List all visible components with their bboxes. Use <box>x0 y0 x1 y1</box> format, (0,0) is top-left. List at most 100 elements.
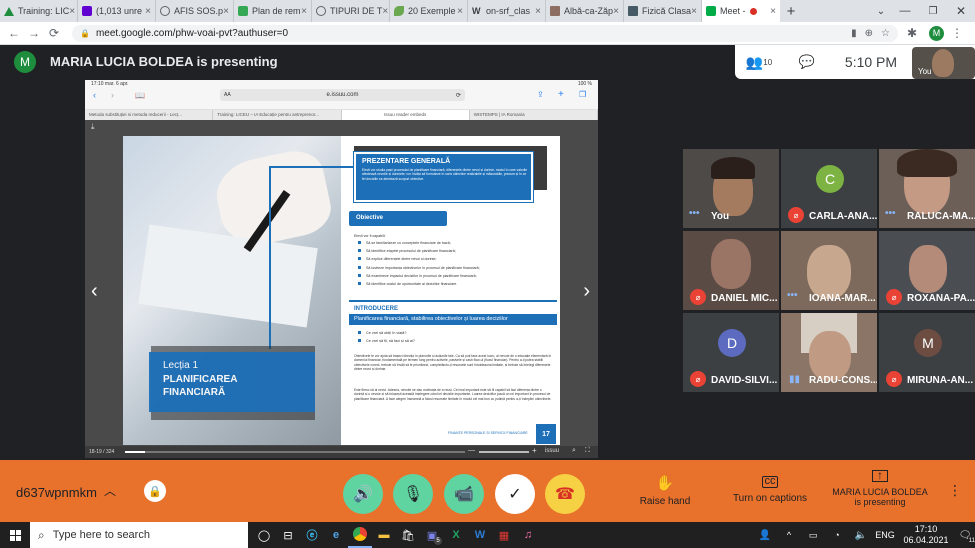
ipad-reader-icon[interactable]: AA <box>224 92 231 98</box>
teams-icon[interactable]: ▣ 5 <box>420 522 444 548</box>
browser-tab[interactable]: (1,013 unre × <box>78 0 156 22</box>
people-taskbar-icon[interactable]: 👤 <box>753 522 777 548</box>
store-icon[interactable]: 🛍 <box>396 522 420 548</box>
address-bar[interactable]: 🔒 meet.google.com/phw-voai-pvt?authuser=… <box>72 24 898 42</box>
ipad-newtab-icon[interactable]: + <box>558 89 564 100</box>
participant-tile[interactable]: ••• You <box>683 149 779 228</box>
check-button[interactable]: ✓ <box>495 474 535 514</box>
reload-icon[interactable]: ⟳ <box>46 25 62 41</box>
more-options-icon[interactable]: ⋮ <box>948 482 962 499</box>
search-icon[interactable]: ⌕ <box>572 447 576 455</box>
ipad-reload-icon[interactable]: ⟳ <box>456 92 461 99</box>
notification-center-icon[interactable]: 🗨 11 <box>955 530 975 544</box>
browser-tab[interactable]: Albă-ca-Zăp × <box>546 0 624 22</box>
tab-search-icon[interactable]: ⌄ <box>871 0 891 22</box>
participant-tile[interactable]: C ⌀ CARLA-ANA... <box>781 149 877 228</box>
back-arrow-icon[interactable]: ← <box>6 25 22 41</box>
windows-start-icon[interactable] <box>0 522 30 548</box>
meeting-code[interactable]: d637wpnmkm <box>16 485 97 500</box>
excel-icon[interactable]: X <box>444 522 468 548</box>
leave-call-button[interactable]: ☎ <box>545 474 585 514</box>
ie-icon[interactable]: e <box>324 522 348 548</box>
participant-tile[interactable]: ⌀ ROXANA-PA... <box>879 231 975 310</box>
tray-chevron-icon[interactable]: ^ <box>777 522 801 548</box>
close-tab-icon[interactable]: × <box>770 6 776 17</box>
zoom-slider[interactable] <box>479 451 529 453</box>
ipad-forward-icon[interactable]: › <box>111 90 114 100</box>
taskbar-clock[interactable]: 17:10 06.04.2021 <box>897 524 955 546</box>
ipad-share-icon[interactable]: ⇪ <box>537 90 544 99</box>
self-view-thumbnail[interactable]: You <box>912 47 975 79</box>
participants-button[interactable]: 👥 10 <box>735 45 783 79</box>
camera-indicator-icon[interactable]: ▮ <box>851 28 857 39</box>
network-icon[interactable]: ▭ <box>801 522 825 548</box>
input-language[interactable]: ENG <box>873 530 897 540</box>
camera-button[interactable]: 📹 <box>444 474 484 514</box>
browser-tab[interactable]: Won-srf_clas × <box>468 0 546 22</box>
maximize-button[interactable]: ❐ <box>919 0 947 22</box>
word-icon[interactable]: W <box>468 522 492 548</box>
close-tab-icon[interactable]: × <box>457 6 463 17</box>
close-tab-icon[interactable]: × <box>223 6 229 17</box>
raise-hand-button[interactable]: ✋ Raise hand <box>630 474 700 507</box>
browser-tab[interactable]: 20 Exemple × <box>390 0 468 22</box>
browser-tab[interactable]: Plan de rem × <box>234 0 312 22</box>
widgets-icon[interactable]: ⊟ <box>276 522 300 548</box>
profile-avatar[interactable]: M <box>929 25 944 41</box>
edge-icon[interactable]: ⓔ <box>300 522 324 548</box>
participant-tile[interactable]: M ⌀ MIRUNA-AN... <box>879 313 975 392</box>
ipad-address-bar[interactable]: AA e.issuu.com ⟳ <box>220 89 465 101</box>
ipad-tab-active[interactable]: Issuu reader embeds <box>341 110 470 120</box>
download-icon[interactable]: ⤓ <box>91 122 95 132</box>
ipad-tab[interactable]: WISTEMPS | IA Romania <box>470 110 598 120</box>
close-tab-icon[interactable]: × <box>691 6 697 17</box>
host-controls-button[interactable]: 🔒 <box>144 480 166 502</box>
speaker-button[interactable]: 🔊 <box>343 474 383 514</box>
close-window-button[interactable]: ✕ <box>947 0 975 22</box>
fullscreen-icon[interactable]: ⛶ <box>585 447 590 455</box>
mic-button[interactable]: 🎙 <box>393 474 433 514</box>
close-tab-icon[interactable]: × <box>69 6 75 17</box>
browser-tab[interactable]: Fizică Clasa × <box>624 0 702 22</box>
close-tab-icon[interactable]: × <box>301 6 307 17</box>
close-tab-icon[interactable]: × <box>382 6 388 17</box>
menu-kebab-icon[interactable]: ⋮ <box>949 25 965 41</box>
captions-button[interactable]: cc Turn on captions <box>725 474 815 505</box>
participant-tile[interactable]: ••• IOANA-MAR... <box>781 231 877 310</box>
forward-arrow-icon[interactable]: → <box>26 25 42 41</box>
next-page-arrow-icon[interactable]: › <box>583 280 590 303</box>
star-icon[interactable]: ☆ <box>881 28 890 39</box>
chrome-icon[interactable] <box>348 522 372 548</box>
participant-tile[interactable]: ▮▮ RADU-CONS... <box>781 313 877 392</box>
browser-tab[interactable]: Training: LIC × <box>0 0 78 22</box>
close-tab-icon[interactable]: × <box>613 6 619 17</box>
ipad-tab[interactable]: Training: LICEU – IA Educație pentru ant… <box>213 110 342 120</box>
browser-tab-active[interactable]: Meet - × <box>702 0 780 22</box>
file-explorer-icon[interactable]: ▬ <box>372 522 396 548</box>
meeting-details-chevron-icon[interactable]: ︿ <box>104 482 116 499</box>
minimize-button[interactable]: — <box>891 0 919 22</box>
ipad-bookmarks-icon[interactable]: 📖 <box>135 91 145 100</box>
app-grid-icon[interactable]: ▦ <box>492 522 516 548</box>
zoom-in-icon[interactable]: + <box>532 446 537 455</box>
close-tab-icon[interactable]: × <box>535 6 541 17</box>
prev-page-arrow-icon[interactable]: ‹ <box>91 280 98 303</box>
music-icon[interactable]: ♫ <box>516 522 540 548</box>
wifi-icon[interactable]: ◔ <box>825 522 849 548</box>
chat-button[interactable]: 💬 <box>783 45 831 79</box>
participant-tile[interactable]: ••• RALUCA-MA... <box>879 149 975 228</box>
presenting-button[interactable]: ↑ MARIA LUCIA BOLDEA is presenting <box>820 469 940 507</box>
extensions-icon[interactable]: ✱ <box>904 25 920 41</box>
volume-tray-icon[interactable]: 🔈 <box>849 522 873 548</box>
ipad-tabs-icon[interactable]: ❐ <box>579 90 586 99</box>
close-tab-icon[interactable]: × <box>145 6 151 17</box>
zoom-icon[interactable]: ⊕ <box>865 28 873 39</box>
new-tab-button[interactable]: + <box>780 0 802 22</box>
page-progress-track[interactable] <box>125 451 465 453</box>
zoom-out-icon[interactable]: — <box>468 447 475 454</box>
taskbar-search-box[interactable]: ⌕ Type here to search <box>30 522 248 548</box>
browser-tab[interactable]: AFIS SOS.p × <box>156 0 234 22</box>
participant-tile[interactable]: D ⌀ DAVID-SILVI... <box>683 313 779 392</box>
browser-tab[interactable]: TIPURI DE T × <box>312 0 390 22</box>
task-view-icon[interactable]: ◯ <box>252 522 276 548</box>
